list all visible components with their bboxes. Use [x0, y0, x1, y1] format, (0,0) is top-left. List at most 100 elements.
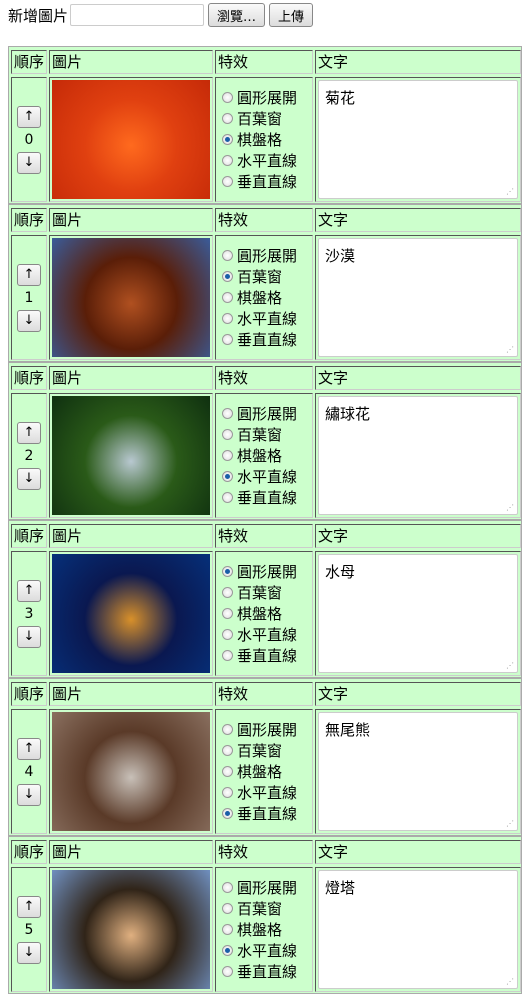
effect-option[interactable]: 百葉窗	[222, 898, 312, 919]
caption-text: 沙漠	[325, 247, 356, 265]
resize-grip-icon[interactable]: ⋰	[506, 345, 514, 354]
radio-button[interactable]	[222, 155, 233, 166]
radio-button[interactable]	[222, 808, 233, 819]
radio-button[interactable]	[222, 492, 233, 503]
effect-option[interactable]: 棋盤格	[222, 919, 312, 940]
caption-textarea[interactable]: 菊花 ⋰	[318, 80, 518, 199]
move-down-button[interactable]: ↓	[17, 467, 41, 490]
image-cell	[49, 393, 213, 518]
upload-button[interactable]: 上傳	[269, 3, 314, 27]
effect-option[interactable]: 百葉窗	[222, 108, 312, 129]
header-effect: 特效	[215, 524, 313, 548]
effect-label: 垂直直線	[237, 331, 298, 349]
resize-grip-icon[interactable]: ⋰	[506, 187, 514, 196]
header-effect: 特效	[215, 50, 313, 74]
effect-option[interactable]: 水平直線	[222, 308, 312, 329]
radio-button[interactable]	[222, 250, 233, 261]
effect-option[interactable]: 百葉窗	[222, 582, 312, 603]
effect-option[interactable]: 圓形展開	[222, 403, 312, 424]
resize-grip-icon[interactable]: ⋰	[506, 819, 514, 828]
header-order: 順序	[11, 524, 47, 548]
effect-option[interactable]: 棋盤格	[222, 603, 312, 624]
radio-button[interactable]	[222, 92, 233, 103]
radio-button[interactable]	[222, 408, 233, 419]
move-up-button[interactable]: ↑	[17, 105, 41, 128]
effect-option[interactable]: 水平直線	[222, 940, 312, 961]
effect-option[interactable]: 水平直線	[222, 466, 312, 487]
move-up-button[interactable]: ↑	[17, 263, 41, 286]
effect-option[interactable]: 棋盤格	[222, 129, 312, 150]
radio-button[interactable]	[222, 292, 233, 303]
radio-button[interactable]	[222, 608, 233, 619]
radio-button[interactable]	[222, 650, 233, 661]
effect-option[interactable]: 水平直線	[222, 624, 312, 645]
caption-text: 繡球花	[325, 405, 371, 423]
radio-button[interactable]	[222, 429, 233, 440]
radio-button[interactable]	[222, 945, 233, 956]
resize-grip-icon[interactable]: ⋰	[506, 503, 514, 512]
radio-button[interactable]	[222, 882, 233, 893]
radio-button[interactable]	[222, 471, 233, 482]
resize-grip-icon[interactable]: ⋰	[506, 977, 514, 986]
caption-textarea[interactable]: 燈塔 ⋰	[318, 870, 518, 989]
effect-option[interactable]: 棋盤格	[222, 287, 312, 308]
radio-button[interactable]	[222, 566, 233, 577]
radio-button[interactable]	[222, 745, 233, 756]
resize-grip-icon[interactable]: ⋰	[506, 661, 514, 670]
effect-label: 圓形展開	[237, 563, 298, 581]
effect-option[interactable]: 垂直直線	[222, 487, 312, 508]
radio-button[interactable]	[222, 134, 233, 145]
radio-button[interactable]	[222, 629, 233, 640]
caption-textarea[interactable]: 沙漠 ⋰	[318, 238, 518, 357]
header-effect: 特效	[215, 682, 313, 706]
order-cell: ↑ 2 ↓	[11, 393, 47, 518]
effect-option[interactable]: 棋盤格	[222, 445, 312, 466]
effect-label: 百葉窗	[237, 742, 283, 760]
radio-button[interactable]	[222, 787, 233, 798]
effect-option[interactable]: 垂直直線	[222, 961, 312, 982]
effect-option[interactable]: 垂直直線	[222, 645, 312, 666]
radio-button[interactable]	[222, 903, 233, 914]
browse-button[interactable]: 瀏覽…	[208, 3, 266, 27]
effect-option[interactable]: 水平直線	[222, 782, 312, 803]
effect-option[interactable]: 水平直線	[222, 150, 312, 171]
radio-button[interactable]	[222, 334, 233, 345]
effect-option[interactable]: 垂直直線	[222, 329, 312, 350]
radio-button[interactable]	[222, 924, 233, 935]
effect-option[interactable]: 圓形展開	[222, 877, 312, 898]
move-down-button[interactable]: ↓	[17, 309, 41, 332]
move-down-button[interactable]: ↓	[17, 151, 41, 174]
effect-option[interactable]: 圓形展開	[222, 719, 312, 740]
effect-option[interactable]: 圓形展開	[222, 87, 312, 108]
radio-button[interactable]	[222, 766, 233, 777]
move-up-button[interactable]: ↑	[17, 421, 41, 444]
caption-textarea[interactable]: 水母 ⋰	[318, 554, 518, 673]
effect-option[interactable]: 百葉窗	[222, 266, 312, 287]
radio-button[interactable]	[222, 450, 233, 461]
effect-option[interactable]: 百葉窗	[222, 740, 312, 761]
effect-option[interactable]: 棋盤格	[222, 761, 312, 782]
radio-button[interactable]	[222, 113, 233, 124]
radio-button[interactable]	[222, 313, 233, 324]
caption-textarea[interactable]: 繡球花 ⋰	[318, 396, 518, 515]
radio-button[interactable]	[222, 966, 233, 977]
effect-option[interactable]: 圓形展開	[222, 561, 312, 582]
header-image: 圖片	[49, 208, 213, 232]
radio-button[interactable]	[222, 724, 233, 735]
radio-button[interactable]	[222, 176, 233, 187]
move-up-button[interactable]: ↑	[17, 579, 41, 602]
move-down-button[interactable]: ↓	[17, 941, 41, 964]
effect-option[interactable]: 垂直直線	[222, 803, 312, 824]
move-down-button[interactable]: ↓	[17, 625, 41, 648]
move-down-button[interactable]: ↓	[17, 783, 41, 806]
radio-button[interactable]	[222, 587, 233, 598]
radio-button[interactable]	[222, 271, 233, 282]
caption-textarea[interactable]: 無尾熊 ⋰	[318, 712, 518, 831]
effect-label: 棋盤格	[237, 921, 283, 939]
move-up-button[interactable]: ↑	[17, 737, 41, 760]
effect-option[interactable]: 垂直直線	[222, 171, 312, 192]
effect-option[interactable]: 百葉窗	[222, 424, 312, 445]
effect-option[interactable]: 圓形展開	[222, 245, 312, 266]
file-input[interactable]	[70, 4, 205, 26]
move-up-button[interactable]: ↑	[17, 895, 41, 918]
